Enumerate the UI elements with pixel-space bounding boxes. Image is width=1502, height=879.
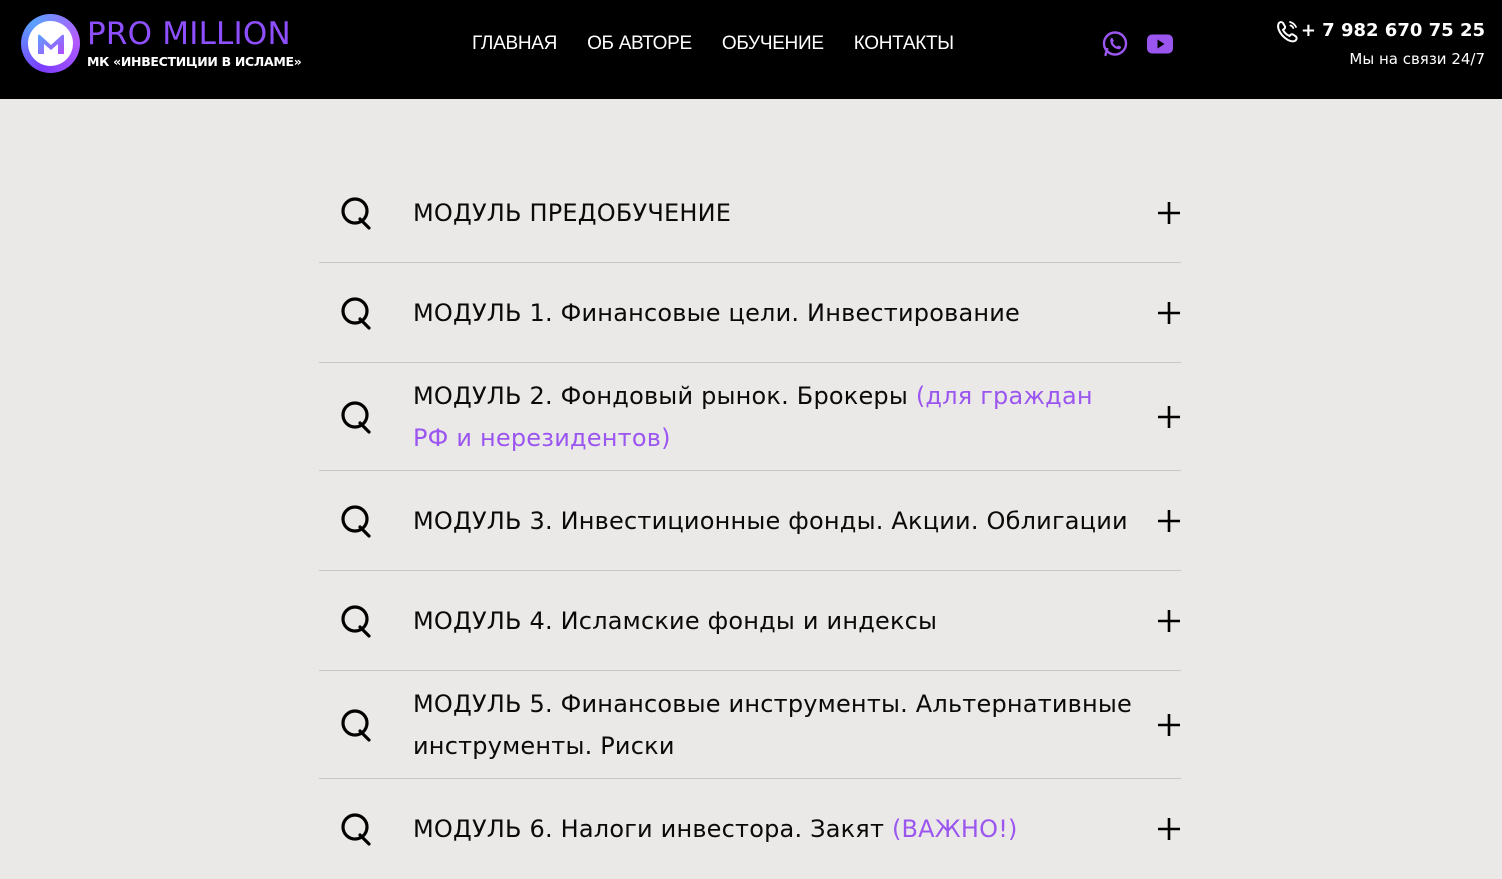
- plus-icon[interactable]: [1157, 405, 1181, 429]
- plus-icon[interactable]: [1157, 609, 1181, 633]
- accordion-item-label: МОДУЛЬ 6. Налоги инвестора. Закят: [413, 815, 892, 843]
- nav-contacts[interactable]: КОНТАКТЫ: [839, 30, 969, 58]
- q-icon: [341, 296, 371, 330]
- accordion-item-title: МОДУЛЬ 4. Исламские фонды и индексы: [413, 600, 1133, 642]
- accordion-item-title: МОДУЛЬ 2. Фондовый рынок. Брокеры (для г…: [413, 375, 1133, 459]
- plus-icon[interactable]: [1157, 301, 1181, 325]
- whatsapp-icon[interactable]: [1101, 30, 1129, 58]
- logo-title[interactable]: PRO MILLION: [87, 16, 291, 52]
- q-icon: [341, 604, 371, 638]
- accordion-item[interactable]: МОДУЛЬ 6. Налоги инвестора. Закят (ВАЖНО…: [319, 779, 1181, 879]
- accordion-item-label: МОДУЛЬ 2. Фондовый рынок. Брокеры: [413, 381, 916, 410]
- social-links: [1101, 30, 1173, 58]
- accordion-item-label: МОДУЛЬ 1. Финансовые цели. Инвестировани…: [413, 298, 1021, 327]
- accordion-item-title: МОДУЛЬ 6. Налоги инвестора. Закят (ВАЖНО…: [413, 808, 1133, 850]
- accordion-item-note: (ВАЖНО!): [891, 815, 1018, 843]
- accordion-item[interactable]: МОДУЛЬ ПРЕДОБУЧЕНИЕ: [319, 163, 1181, 263]
- q-icon: [341, 708, 371, 742]
- accordion-item-label: МОДУЛЬ 4. Исламские фонды и индексы: [413, 606, 938, 635]
- plus-icon[interactable]: [1157, 201, 1181, 225]
- q-icon: [341, 504, 371, 538]
- nav-home[interactable]: ГЛАВНАЯ: [457, 30, 572, 58]
- accordion-item-title: МОДУЛЬ 1. Финансовые цели. Инвестировани…: [413, 292, 1133, 334]
- youtube-icon[interactable]: [1147, 34, 1173, 54]
- accordion-item[interactable]: МОДУЛЬ 3. Инвестиционные фонды. Акции. О…: [319, 471, 1181, 571]
- q-icon: [341, 813, 371, 846]
- plus-icon[interactable]: [1157, 509, 1181, 533]
- plus-icon[interactable]: [1157, 817, 1181, 841]
- phone-number[interactable]: + 7 982 670 75 25: [1301, 19, 1485, 43]
- availability-note: Мы на связи 24/7: [1349, 50, 1485, 68]
- modules-accordion: МОДУЛЬ ПРЕДОБУЧЕНИЕ МОДУЛЬ 1. Финансовые…: [319, 163, 1181, 879]
- main-nav: ГЛАВНАЯ ОБ АВТОРЕ ОБУЧЕНИЕ КОНТАКТЫ: [457, 30, 969, 58]
- accordion-item-label: МОДУЛЬ 5. Финансовые инструменты. Альтер…: [413, 689, 1133, 760]
- accordion-item-label: МОДУЛЬ 3. Инвестиционные фонды. Акции. О…: [413, 506, 1128, 535]
- accordion-item[interactable]: МОДУЛЬ 5. Финансовые инструменты. Альтер…: [319, 671, 1181, 779]
- logo-subtitle: МК «ИНВЕСТИЦИИ В ИСЛАМЕ»: [87, 54, 302, 69]
- q-icon: [341, 400, 371, 434]
- q-icon: [341, 196, 371, 230]
- m-logo-icon[interactable]: [21, 14, 80, 73]
- nav-about-author[interactable]: ОБ АВТОРЕ: [572, 30, 707, 58]
- site-header: PRO MILLION МК «ИНВЕСТИЦИИ В ИСЛАМЕ» ГЛА…: [0, 0, 1502, 99]
- plus-icon[interactable]: [1157, 713, 1181, 737]
- accordion-item[interactable]: МОДУЛЬ 2. Фондовый рынок. Брокеры (для г…: [319, 363, 1181, 471]
- accordion-item-title: МОДУЛЬ ПРЕДОБУЧЕНИЕ: [413, 192, 1133, 234]
- accordion-item-title: МОДУЛЬ 5. Финансовые инструменты. Альтер…: [413, 683, 1133, 767]
- accordion-item-label: МОДУЛЬ ПРЕДОБУЧЕНИЕ: [413, 198, 732, 227]
- phone-icon: [1277, 21, 1298, 43]
- nav-training[interactable]: ОБУЧЕНИЕ: [707, 30, 839, 58]
- accordion-item[interactable]: МОДУЛЬ 1. Финансовые цели. Инвестировани…: [319, 263, 1181, 363]
- accordion-item[interactable]: МОДУЛЬ 4. Исламские фонды и индексы: [319, 571, 1181, 671]
- accordion-item-title: МОДУЛЬ 3. Инвестиционные фонды. Акции. О…: [413, 500, 1133, 542]
